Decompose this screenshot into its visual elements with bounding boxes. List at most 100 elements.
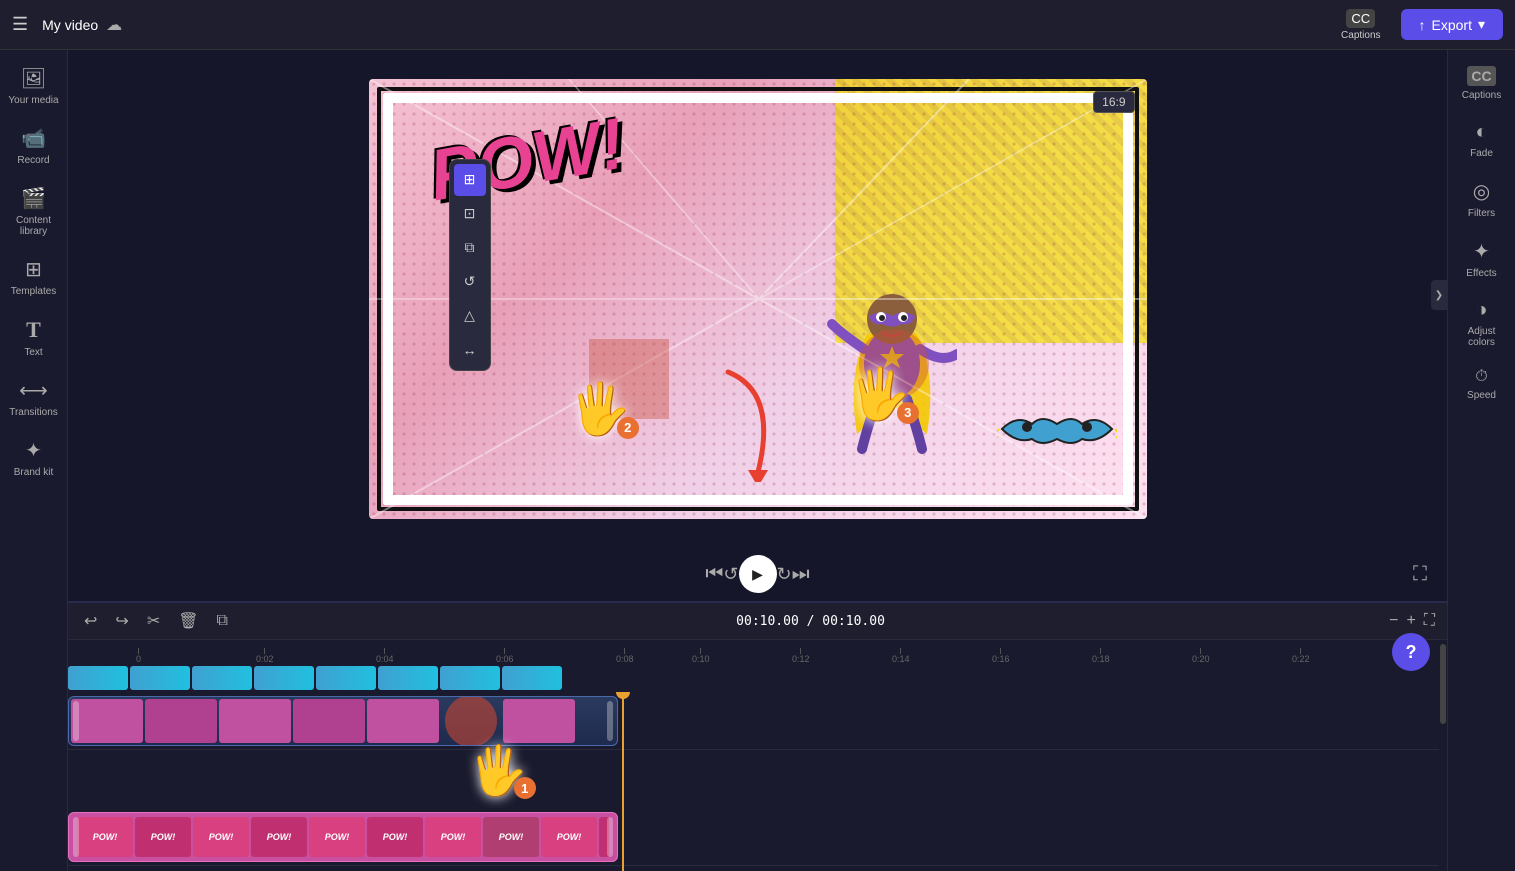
pow-thumb: POW! <box>77 817 133 857</box>
captions-panel-icon: CC <box>1467 66 1495 86</box>
clip-handle-left-2[interactable] <box>73 817 79 857</box>
forward-button[interactable]: ↻ <box>777 564 792 585</box>
sidebar-item-effects[interactable]: ✦ Effects <box>1452 231 1512 287</box>
sidebar-item-content-library[interactable]: 🎬 Content library <box>4 178 64 245</box>
play-button[interactable]: ▶ <box>739 555 777 593</box>
pow-thumb: POW! <box>193 817 249 857</box>
cloud-save-icon[interactable]: ☁ <box>106 15 122 35</box>
sidebar-item-brand-kit[interactable]: ✦ Brand kit <box>4 430 64 486</box>
sidebar-item-speed[interactable]: ⏱ Speed <box>1452 360 1512 409</box>
copy-button[interactable]: ⧉ <box>213 610 232 632</box>
clip-handle-right[interactable] <box>607 701 613 741</box>
skip-back-button[interactable]: ⏮ <box>705 563 723 586</box>
captions-icon: CC <box>1346 9 1375 28</box>
skip-forward-button[interactable]: ⏭ <box>792 563 810 586</box>
topbar: ☰ My video ☁ CC Captions ↑ Export ▾ <box>0 0 1515 50</box>
transform-tool[interactable]: △ <box>454 300 486 332</box>
playhead[interactable] <box>622 692 624 871</box>
track-clip-superhero[interactable] <box>68 696 618 746</box>
sidebar-item-text[interactable]: T Text <box>4 309 64 366</box>
scrollbar-thumb[interactable] <box>1440 644 1446 724</box>
clip-handle-right-2[interactable] <box>607 817 613 857</box>
expand-button[interactable]: ⛶ <box>1413 563 1427 586</box>
hamburger-menu[interactable]: ☰ <box>12 14 28 35</box>
duplicate-tool[interactable]: ⧉ <box>454 232 486 264</box>
select-tool[interactable]: ⊞ <box>454 164 486 196</box>
sidebar-item-adjust-colors[interactable]: ◑ Adjust colors <box>1452 291 1512 356</box>
zoom-out-button[interactable]: − <box>1389 612 1398 630</box>
sidebar-item-label: Adjust colors <box>1456 326 1508 348</box>
ruler-mark-18: 0:18 <box>1092 648 1110 664</box>
zoom-in-button[interactable]: + <box>1406 612 1415 630</box>
record-icon: 📹 <box>21 126 46 151</box>
video-preview[interactable]: POW! <box>369 79 1147 519</box>
help-button[interactable]: ? <box>1392 633 1430 671</box>
sidebar-item-label: Captions <box>1462 90 1501 101</box>
redo-button[interactable]: ↪ <box>111 609 132 633</box>
track-thumb <box>219 699 291 743</box>
pow-thumb: POW! <box>367 817 423 857</box>
playback-bar: ⏮ ↺ ▶ ↻ ⏭ ⛶ <box>68 547 1447 601</box>
content-library-icon: 🎬 <box>21 186 46 211</box>
delete-button[interactable]: 🗑 <box>174 609 202 633</box>
export-arrow-icon: ↑ <box>1419 17 1426 33</box>
sidebar-item-filters[interactable]: ◎ Filters <box>1452 171 1512 227</box>
fit-timeline-button[interactable]: ⛶ <box>1424 612 1435 630</box>
track-clip-pow[interactable]: POW! POW! POW! POW! POW! POW! POW! POW! … <box>68 812 618 862</box>
sticker-thumb <box>378 666 438 690</box>
ruler-mark-0: 0 <box>136 648 141 664</box>
floating-toolbar: ⊞ ⊡ ⧉ ↺ △ ↔ <box>449 159 491 371</box>
track-thumb <box>71 699 143 743</box>
rotate-tool[interactable]: ↺ <box>454 266 486 298</box>
cut-button[interactable]: ✂ <box>143 609 164 633</box>
sidebar-item-captions[interactable]: CC Captions <box>1452 58 1512 109</box>
sidebar-item-fade[interactable]: ◐ Fade <box>1452 113 1512 167</box>
transitions-icon: ⟷ <box>19 378 48 403</box>
export-button[interactable]: ↑ Export ▾ <box>1401 9 1504 40</box>
sidebar-item-label: Your media <box>8 95 58 106</box>
track-thumb <box>503 699 575 743</box>
sticker-thumb <box>316 666 376 690</box>
mask-decoration <box>997 409 1117 459</box>
captions-button[interactable]: CC Captions <box>1341 9 1380 41</box>
pow-thumb: POW! <box>541 817 597 857</box>
adjust-colors-icon: ◑ <box>1475 299 1487 322</box>
sidebar-item-label: Fade <box>1470 148 1493 159</box>
track-content: POW! POW! POW! POW! POW! POW! POW! POW! … <box>68 692 1439 871</box>
sidebar-item-transitions[interactable]: ⟷ Transitions <box>4 370 64 426</box>
sidebar-item-label: Templates <box>11 286 57 297</box>
ruler-mark-2: 0:02 <box>256 648 274 664</box>
ruler-mark-14: 0:14 <box>892 648 910 664</box>
hand-cursor-timeline: 🖐 1 <box>468 742 528 799</box>
fade-icon: ◐ <box>1475 121 1487 144</box>
rewind-button[interactable]: ↺ <box>723 564 738 585</box>
click-indicator-timeline <box>445 697 497 745</box>
sidebar-item-record[interactable]: 📹 Record <box>4 118 64 174</box>
sticker-strip <box>68 664 1439 692</box>
sidebar-item-templates[interactable]: ⊞ Templates <box>4 249 64 305</box>
aspect-ratio-badge[interactable]: 16:9 <box>1093 91 1134 113</box>
crop-tool[interactable]: ⊡ <box>454 198 486 230</box>
sidebar-item-label: Effects <box>1466 268 1496 279</box>
undo-button[interactable]: ↩ <box>80 609 101 633</box>
sidebar-item-your-media[interactable]: 🖼 Your media <box>4 58 64 114</box>
panel-collapse-button[interactable]: ❯ <box>1431 280 1447 310</box>
timeline-area: ↩ ↪ ✂ 🗑 ⧉ 00:10.00 / 00:10.00 − + ⛶ <box>68 601 1447 871</box>
pow-thumb: POW! <box>309 817 365 857</box>
sidebar-item-label: Transitions <box>9 407 58 418</box>
ruler-mark-6: 0:06 <box>496 648 514 664</box>
ruler-mark-10: 0:10 <box>692 648 710 664</box>
text-icon: T <box>26 317 41 343</box>
pow-thumb: POW! <box>251 817 307 857</box>
ruler-mark-20: 0:20 <box>1192 648 1210 664</box>
effects-icon: ✦ <box>1473 239 1490 264</box>
sticker-thumb <box>440 666 500 690</box>
pow-thumb: POW! <box>135 817 191 857</box>
timeline-scrollbar[interactable] <box>1439 640 1447 871</box>
track-thumb <box>367 699 439 743</box>
brand-kit-icon: ✦ <box>25 438 42 463</box>
ruler-marks: 0 0:02 0:04 0:06 0:08 0:10 0:12 0:14 0:1… <box>136 640 1439 664</box>
track-thumb <box>145 699 217 743</box>
sticker-thumb <box>130 666 190 690</box>
flip-tool[interactable]: ↔ <box>454 334 486 366</box>
